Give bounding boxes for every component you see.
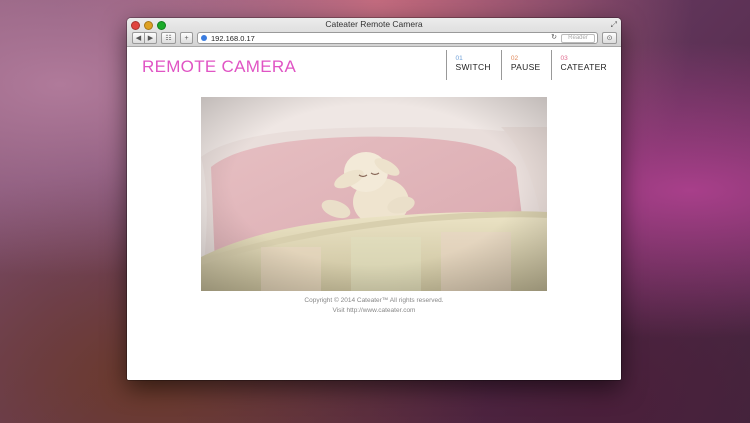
nav-number: 02 <box>510 55 519 62</box>
fullscreen-icon[interactable]: ⤢ <box>611 20 617 30</box>
share-button[interactable]: ⊙ <box>602 32 617 44</box>
nav-label: SWITCH <box>455 62 491 72</box>
site-logo[interactable]: REMOTE CAMERA <box>142 57 296 77</box>
nav-item-switch[interactable]: 01 SWITCH <box>445 50 491 80</box>
browser-window: Cateater Remote Camera ⤢ ◀ ▶ ☷ + 192.168… <box>127 18 621 380</box>
copyright-text: Copyright © 2014 Cateater™ All rights re… <box>304 297 444 304</box>
title-bar: Cateater Remote Camera ⤢ ◀ ▶ ☷ + 192.168… <box>127 18 621 47</box>
globe-icon <box>201 35 207 41</box>
nav-label: CATEATER <box>560 62 607 72</box>
site-nav: 01 SWITCH 02 PAUSE 03 CATEATER <box>445 50 608 80</box>
nav-number: 03 <box>560 55 568 62</box>
forward-button[interactable]: ▶ <box>145 32 157 44</box>
window-title: Cateater Remote Camera <box>325 19 423 29</box>
reload-icon[interactable]: ↻ <box>551 33 557 41</box>
history-nav: ◀ ▶ <box>132 32 157 44</box>
url-text: 192.168.0.17 <box>211 33 255 43</box>
visit-link[interactable]: Visit http://www.cateater.com <box>127 306 621 316</box>
new-tab-button[interactable]: + <box>180 32 193 44</box>
browser-toolbar: ◀ ▶ ☷ + 192.168.0.17 ↻ Reader ⊙ <box>132 32 617 44</box>
nav-label: PAUSE <box>510 62 541 72</box>
address-bar[interactable]: 192.168.0.17 ↻ Reader <box>197 32 598 44</box>
back-button[interactable]: ◀ <box>132 32 145 44</box>
top-sites-button[interactable]: ☷ <box>161 32 176 44</box>
camera-image <box>201 97 547 291</box>
nav-item-pause[interactable]: 02 PAUSE <box>500 50 541 80</box>
web-page: REMOTE CAMERA 01 SWITCH 02 PAUSE 03 CATE… <box>127 47 621 380</box>
camera-feed <box>201 97 547 291</box>
nav-item-cateater[interactable]: 03 CATEATER <box>550 50 607 80</box>
reader-button[interactable]: Reader <box>561 34 595 43</box>
nav-number: 01 <box>455 55 463 62</box>
page-footer: Copyright © 2014 Cateater™ All rights re… <box>127 296 621 316</box>
